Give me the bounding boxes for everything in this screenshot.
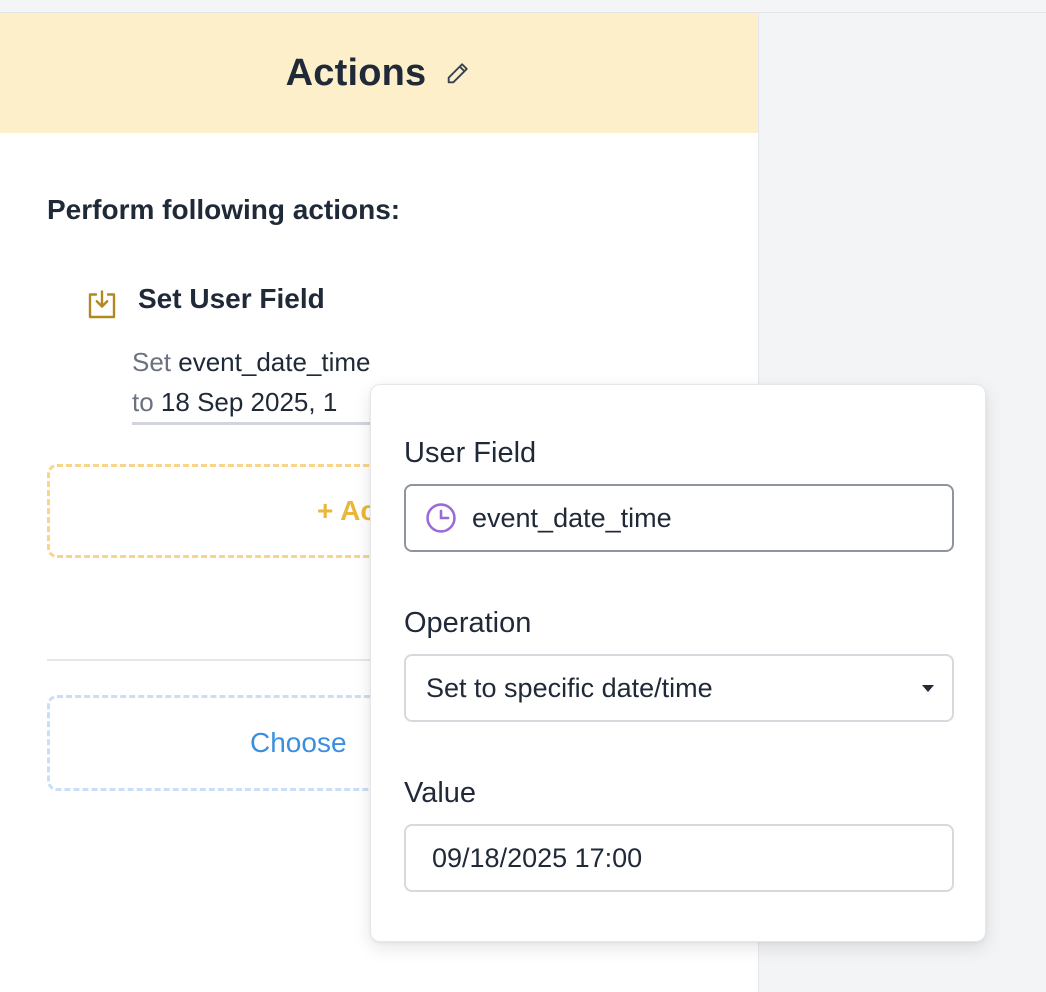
top-bar [0, 0, 1046, 13]
panel-title: Actions [285, 51, 427, 94]
operation-value: Set to specific date/time [426, 672, 713, 703]
action-title: Set User Field [138, 283, 325, 314]
value-input[interactable]: 09/18/2025 17:00 [404, 824, 954, 892]
summary-field: event_date_time [178, 347, 371, 377]
value-label: Value [404, 777, 477, 809]
summary-value: 18 Sep 2025, 1 [160, 387, 338, 417]
operation-select[interactable]: Set to specific date/time [404, 654, 954, 722]
section-heading: Perform following actions: [47, 194, 401, 225]
user-field-select[interactable]: event_date_time [404, 484, 954, 552]
panel-header: Actions [0, 13, 758, 133]
summary-to-prefix: to [132, 387, 154, 417]
add-action-label: + Ac [317, 495, 376, 526]
caret-down-icon [922, 684, 934, 692]
user-field-label: User Field [404, 437, 537, 469]
value-text: 09/18/2025 17:00 [432, 842, 643, 873]
field-editor-popover: User Field event_date_time Operation Set… [370, 384, 986, 942]
operation-label: Operation [404, 607, 532, 639]
choose-label: Choose [250, 727, 347, 758]
pencil-icon[interactable] [444, 59, 472, 87]
download-tray-icon [84, 287, 120, 323]
summary-set-prefix: Set [132, 347, 172, 377]
user-field-value: event_date_time [472, 502, 672, 533]
clock-icon [424, 501, 458, 535]
